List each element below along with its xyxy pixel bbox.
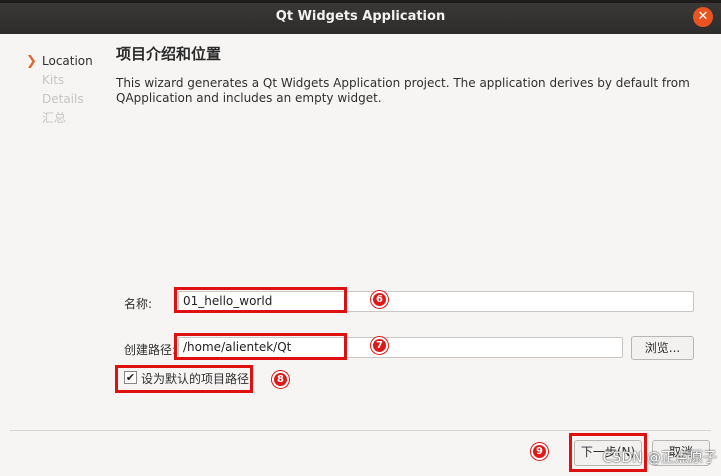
sidebar-item-label: Location (42, 54, 93, 68)
sidebar-item-details: Details (26, 90, 106, 109)
sidebar-item-label: Kits (42, 73, 65, 87)
browse-button[interactable]: 浏览... (631, 336, 694, 360)
step-badge-8: 8 (272, 371, 289, 388)
step-badge-6: 6 (371, 291, 388, 308)
highlight-box-path (174, 333, 347, 360)
watermark: CSDN @正点原子 (602, 450, 717, 466)
sidebar-item-kits: Kits (26, 71, 106, 90)
highlight-box-checkbox (115, 365, 253, 393)
highlight-box-name (174, 287, 347, 313)
window-title: Qt Widgets Application (275, 9, 446, 24)
wizard-description: This wizard generates a Qt Widgets Appli… (116, 76, 690, 105)
page-title: 项目介绍和位置 (116, 45, 222, 63)
sidebar-item-location: ❯ Location (26, 52, 106, 71)
step-badge-7: 7 (371, 337, 388, 354)
path-label: 创建路径: (124, 343, 177, 357)
sidebar-item-label: 汇总 (42, 111, 67, 125)
sidebar-item-label: Details (42, 92, 84, 106)
sidebar-item-summary: 汇总 (26, 109, 106, 128)
close-icon[interactable]: ✕ (693, 7, 713, 27)
window-titlebar: Qt Widgets Application ✕ (0, 0, 721, 34)
step-badge-9: 9 (531, 443, 548, 460)
chevron-right-icon: ❯ (26, 54, 37, 69)
wizard-steps-sidebar: ❯ Location Kits Details 汇总 (26, 52, 106, 128)
name-label: 名称: (124, 297, 153, 311)
titlebar-top-strip (0, 0, 721, 3)
footer-separator (10, 430, 711, 431)
